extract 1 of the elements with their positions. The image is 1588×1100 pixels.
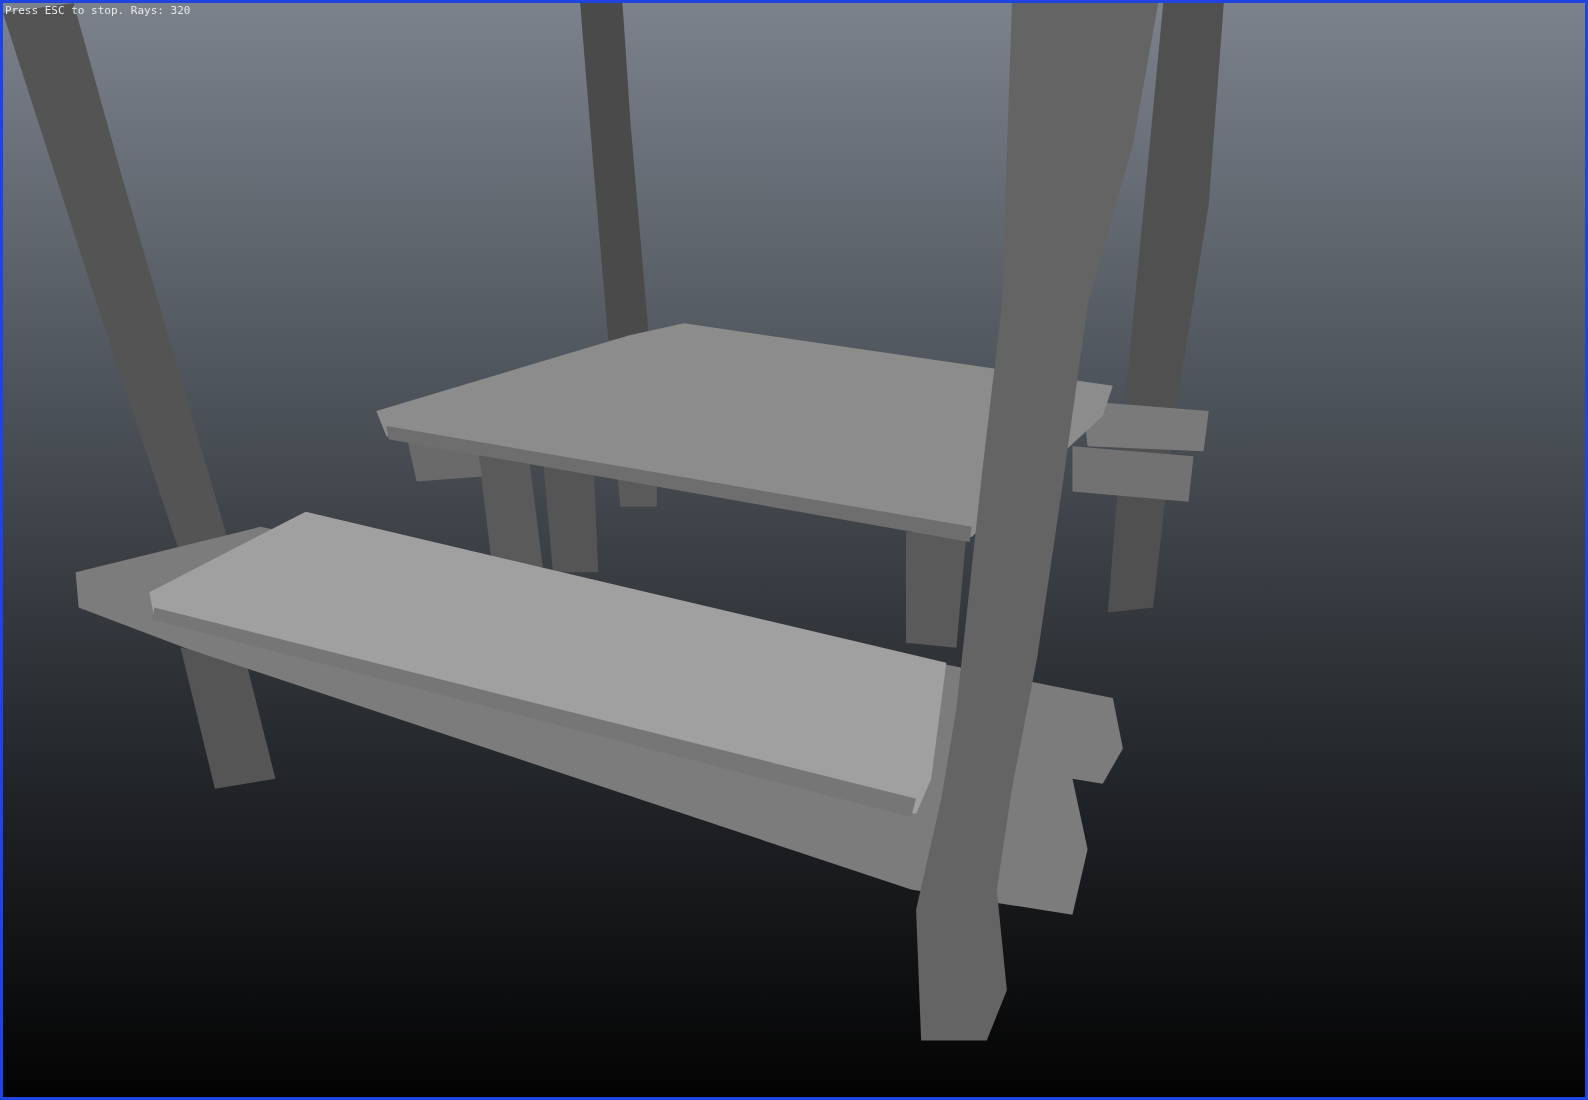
render-status-text: Press ESC to stop. Rays: 320	[5, 4, 191, 17]
